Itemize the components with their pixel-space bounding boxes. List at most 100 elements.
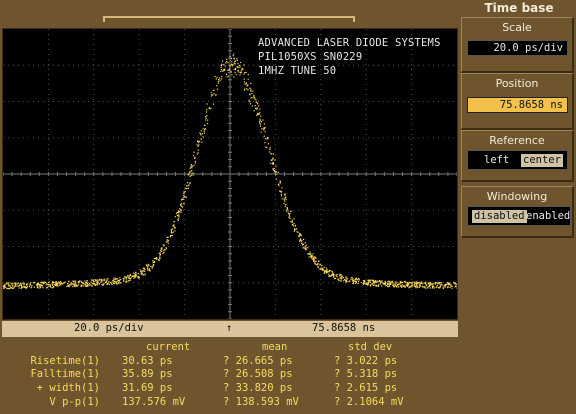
waveform-sample (456, 285, 457, 288)
waveform-sample (443, 286, 445, 288)
waveform-sample (328, 273, 330, 275)
waveform-sample (74, 280, 76, 282)
waveform-sample (147, 263, 149, 265)
waveform-sample (318, 260, 320, 262)
waveform-sample (162, 244, 164, 246)
waveform-sample (314, 256, 317, 258)
waveform-sample (133, 275, 135, 277)
waveform-sample (70, 284, 72, 286)
waveform-sample (429, 282, 432, 284)
waveform-sample (323, 266, 325, 268)
waveform-sample (239, 74, 241, 76)
waveform-sample (111, 281, 113, 283)
waveform-sample (439, 286, 441, 288)
waveform-sample (123, 280, 125, 282)
waveform-sample (239, 71, 241, 73)
waveform-sample (419, 284, 421, 286)
waveform-sample (187, 187, 189, 189)
waveform-sample (222, 60, 224, 62)
waveform-sample (436, 285, 438, 287)
waveform-sample (17, 282, 19, 284)
waveform-sample (414, 282, 416, 284)
waveform-sample (5, 282, 8, 284)
waveform-sample (138, 277, 140, 279)
waveform-sample (411, 284, 413, 286)
waveform-sample (294, 229, 296, 231)
waveform-sample (205, 117, 207, 119)
waveform-display[interactable]: ADVANCED LASER DIODE SYSTEMS PIL1050XS SN… (2, 28, 458, 320)
waveform-sample (290, 210, 292, 212)
waveform-sample (188, 172, 190, 174)
waveform-sample (161, 247, 163, 249)
position-field[interactable]: 75.8658 ns (467, 97, 568, 113)
waveform-sample (389, 282, 391, 284)
waveform-sample (131, 276, 133, 278)
waveform-sample (233, 68, 235, 70)
waveform-sample (240, 72, 242, 74)
waveform-sample (148, 268, 151, 270)
waveform-sample (283, 197, 285, 199)
pos-width-mean: ? 33.820 ps (223, 382, 293, 394)
waveform-sample (6, 287, 8, 289)
waveform-sample (170, 230, 172, 232)
waveform-sample (311, 255, 314, 257)
waveform-sample (108, 281, 110, 283)
waveform-sample (11, 287, 13, 289)
timebase-scroll-indicator[interactable] (103, 16, 355, 22)
waveform-sample (166, 241, 168, 243)
waveform-sample (205, 111, 207, 113)
falltime-std: ? 5.318 ps (334, 368, 398, 380)
windowing-selector: disabled enabled (467, 206, 571, 226)
waveform-sample (183, 192, 185, 195)
waveform-sample (259, 118, 261, 120)
waveform-sample (281, 198, 283, 200)
waveform-sample (120, 279, 122, 281)
waveform-sample (408, 284, 410, 286)
waveform-sample (173, 225, 175, 228)
waveform-sample (215, 78, 217, 80)
waveform-sample (254, 107, 256, 109)
waveform-sample (369, 281, 372, 283)
waveform-sample (198, 144, 200, 146)
waveform-sample (403, 285, 405, 287)
waveform-sample (198, 141, 200, 143)
waveform-sample (99, 278, 101, 281)
waveform-sample (208, 107, 210, 109)
waveform-sample (341, 276, 343, 278)
waveform-sample (320, 267, 322, 269)
waveform-sample (163, 244, 165, 246)
waveform-sample (189, 168, 191, 170)
waveform-sample (284, 200, 286, 202)
waveform-sample (206, 109, 208, 111)
waveform-sample (230, 58, 232, 60)
waveform-sample (299, 239, 301, 241)
waveform-sample (263, 127, 265, 129)
waveform-sample (8, 285, 10, 287)
waveform-sample (199, 132, 201, 134)
waveform-sample (66, 285, 68, 287)
waveform-sample (73, 281, 75, 283)
waveform-sample (221, 78, 223, 80)
waveform-sample (346, 280, 348, 282)
waveform-sample (90, 284, 92, 286)
waveform-sample (336, 273, 338, 276)
waveform-sample (187, 182, 189, 184)
scale-field[interactable]: 20.0 ps/div (467, 40, 568, 56)
waveform-sample (328, 271, 330, 273)
windowing-option-enabled[interactable]: enabled (524, 210, 572, 223)
waveform-sample (377, 285, 379, 287)
windowing-option-disabled[interactable]: disabled (472, 210, 527, 223)
waveform-sample (64, 281, 66, 283)
waveform-sample (9, 285, 11, 287)
waveform-sample (152, 264, 154, 266)
reference-option-center[interactable]: center (521, 154, 563, 167)
waveform-sample (47, 284, 49, 286)
waveform-sample (186, 188, 188, 190)
waveform-sample (420, 282, 422, 284)
waveform-sample (160, 250, 162, 252)
reference-option-left[interactable]: left (482, 154, 511, 167)
waveform-sample (113, 283, 115, 285)
waveform-sample (446, 282, 448, 284)
waveform-sample (183, 203, 185, 205)
waveform-sample (357, 280, 360, 282)
